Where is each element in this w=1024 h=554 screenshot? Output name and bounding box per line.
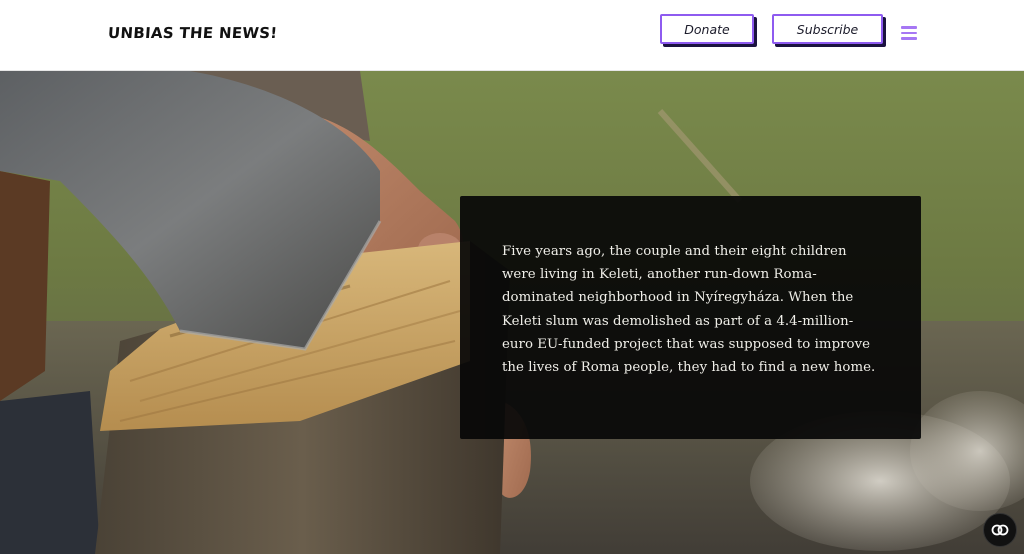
hamburger-menu-icon[interactable] <box>901 26 917 40</box>
site-header: UNBIAS THE NEWS! Donate Subscribe <box>0 0 1024 71</box>
hero-image: Five years ago, the couple and their eig… <box>0 71 1024 554</box>
chat-bubble-icon <box>991 524 1009 536</box>
site-logo[interactable]: UNBIAS THE NEWS! <box>107 24 278 42</box>
chat-widget-button[interactable] <box>983 513 1017 547</box>
subscribe-button[interactable]: Subscribe <box>772 14 883 44</box>
article-paragraph: Five years ago, the couple and their eig… <box>502 244 876 376</box>
donate-button[interactable]: Donate <box>660 14 754 44</box>
article-text-panel: Five years ago, the couple and their eig… <box>460 196 921 439</box>
